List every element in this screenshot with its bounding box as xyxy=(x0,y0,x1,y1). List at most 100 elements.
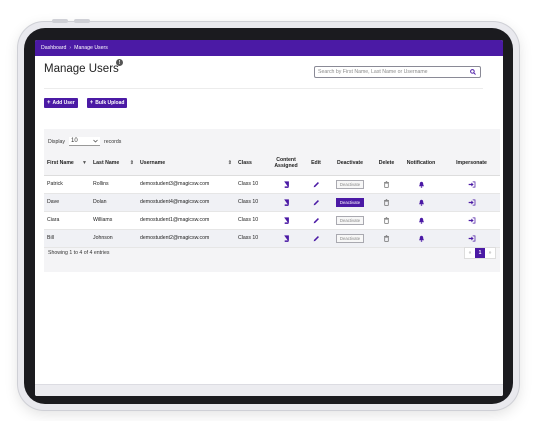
search-input[interactable] xyxy=(318,67,460,77)
bell-icon[interactable] xyxy=(418,181,425,188)
first-name-cell: Bill xyxy=(44,229,90,248)
last-name-cell: Rollins xyxy=(90,175,137,194)
search-icon xyxy=(470,69,476,75)
col-impersonate: Impersonate xyxy=(443,152,500,176)
first-name-cell: Dave xyxy=(44,193,90,212)
class-cell: Class 10 xyxy=(235,193,266,212)
bell-icon[interactable] xyxy=(418,235,425,242)
page-size-value: 10 xyxy=(71,138,78,144)
pencil-icon[interactable] xyxy=(313,217,320,224)
tablet-button xyxy=(74,19,90,23)
content-assigned-cell xyxy=(266,211,306,230)
deactivate-cell: Deactivate xyxy=(326,211,374,230)
col-first-name[interactable]: First Name ▼ xyxy=(44,152,90,176)
content-assigned-cell xyxy=(266,193,306,212)
impersonate-cell xyxy=(443,175,500,194)
plus-icon: + xyxy=(47,100,51,106)
trash-icon[interactable] xyxy=(383,198,390,206)
sign-in-icon[interactable] xyxy=(468,234,476,242)
sort-icon: ⇕ xyxy=(129,160,134,167)
chevron-down-icon xyxy=(93,139,98,143)
pagination-next[interactable]: » xyxy=(485,248,495,258)
deactivate-button[interactable]: Deactivate xyxy=(336,197,364,207)
col-notification: Notification xyxy=(399,152,443,176)
last-name-cell: Dolan xyxy=(90,193,137,212)
impersonate-cell xyxy=(443,193,500,212)
pagination-page-1[interactable]: 1 xyxy=(475,248,485,258)
class-cell: Class 10 xyxy=(235,175,266,194)
trash-icon[interactable] xyxy=(383,234,390,242)
pagination-prev[interactable]: « xyxy=(465,248,475,258)
notification-cell xyxy=(399,175,443,194)
display-label: Display xyxy=(48,138,66,145)
book-icon[interactable] xyxy=(283,198,290,206)
sort-icon: ⇕ xyxy=(227,160,232,167)
col-username[interactable]: Username ⇕ xyxy=(137,152,235,176)
breadcrumb-current: Manage Users xyxy=(74,45,108,51)
col-class: Class xyxy=(235,152,266,176)
table-row: Ciara Williams demostudent1@magicsw.com … xyxy=(44,211,500,230)
page-header: Manage Users ! xyxy=(35,56,503,89)
breadcrumb: Dashboard › Manage Users xyxy=(35,40,503,56)
header-divider xyxy=(44,88,483,89)
table-row: Patrick Rollins demostudent3@magicsw.com… xyxy=(44,175,500,194)
table-header-row: First Name ▼ Last Name ⇕ Username ⇕ Class C… xyxy=(44,152,500,176)
delete-cell xyxy=(374,211,399,230)
last-name-cell: Williams xyxy=(90,211,137,230)
username-cell: demostudent1@magicsw.com xyxy=(137,211,235,230)
sort-desc-icon: ▼ xyxy=(82,160,87,167)
sign-in-icon[interactable] xyxy=(468,198,476,206)
trash-icon[interactable] xyxy=(383,216,390,224)
notification-cell xyxy=(399,193,443,212)
deactivate-button[interactable]: Deactivate xyxy=(336,179,364,189)
book-icon[interactable] xyxy=(283,216,290,224)
edit-cell xyxy=(306,211,326,230)
pencil-icon[interactable] xyxy=(313,181,320,188)
plus-icon: + xyxy=(89,100,94,106)
sign-in-icon[interactable] xyxy=(468,216,476,224)
col-label: Username xyxy=(140,160,166,167)
breadcrumb-dashboard-link[interactable]: Dashboard xyxy=(41,45,66,51)
col-last-name[interactable]: Last Name ⇕ xyxy=(90,152,137,176)
add-user-label: Add User xyxy=(52,100,75,106)
entries-info: Showing 1 to 4 of 4 entries xyxy=(48,250,110,256)
delete-cell xyxy=(374,193,399,212)
bell-icon[interactable] xyxy=(418,199,425,206)
page-size-control: Display 10 records xyxy=(48,137,121,146)
first-name-cell: Patrick xyxy=(44,175,90,194)
page-size-select[interactable]: 10 xyxy=(69,137,101,146)
trash-icon[interactable] xyxy=(383,180,390,188)
username-cell: demostudent3@magicsw.com xyxy=(137,175,235,194)
pencil-icon[interactable] xyxy=(313,199,320,206)
screen-bottom-bar xyxy=(35,384,503,396)
users-table: First Name ▼ Last Name ⇕ Username ⇕ Class C… xyxy=(44,152,500,248)
deactivate-cell: Deactivate xyxy=(326,193,374,212)
search-button[interactable] xyxy=(466,67,480,77)
impersonate-cell xyxy=(443,229,500,248)
delete-cell xyxy=(374,229,399,248)
pencil-icon[interactable] xyxy=(313,235,320,242)
records-label: records xyxy=(104,138,122,145)
add-user-button[interactable]: + Add User xyxy=(44,98,78,108)
page-title: Manage Users xyxy=(44,63,119,75)
sign-in-icon[interactable] xyxy=(468,180,476,188)
col-label: First Name xyxy=(47,160,74,167)
deactivate-button[interactable]: Deactivate xyxy=(336,233,364,243)
book-icon[interactable] xyxy=(283,180,290,188)
info-icon[interactable]: ! xyxy=(116,59,123,66)
tablet-button xyxy=(52,19,68,23)
table-row: Dave Dolan demostudent4@magicsw.com Clas… xyxy=(44,193,500,212)
class-cell: Class 10 xyxy=(235,229,266,248)
bell-icon[interactable] xyxy=(418,217,425,224)
table-footer: Showing 1 to 4 of 4 entries « 1 » xyxy=(48,247,496,261)
content-assigned-cell xyxy=(266,175,306,194)
col-content-assigned: Content Assigned xyxy=(266,152,306,176)
username-cell: demostudent2@magicsw.com xyxy=(137,229,235,248)
bulk-upload-button[interactable]: + Bulk Upload xyxy=(86,98,128,108)
book-icon[interactable] xyxy=(283,234,290,242)
deactivate-button[interactable]: Deactivate xyxy=(336,215,364,225)
col-edit: Edit xyxy=(306,152,326,176)
search-box xyxy=(314,66,481,78)
pagination: « 1 » xyxy=(464,247,496,259)
impersonate-cell xyxy=(443,211,500,230)
